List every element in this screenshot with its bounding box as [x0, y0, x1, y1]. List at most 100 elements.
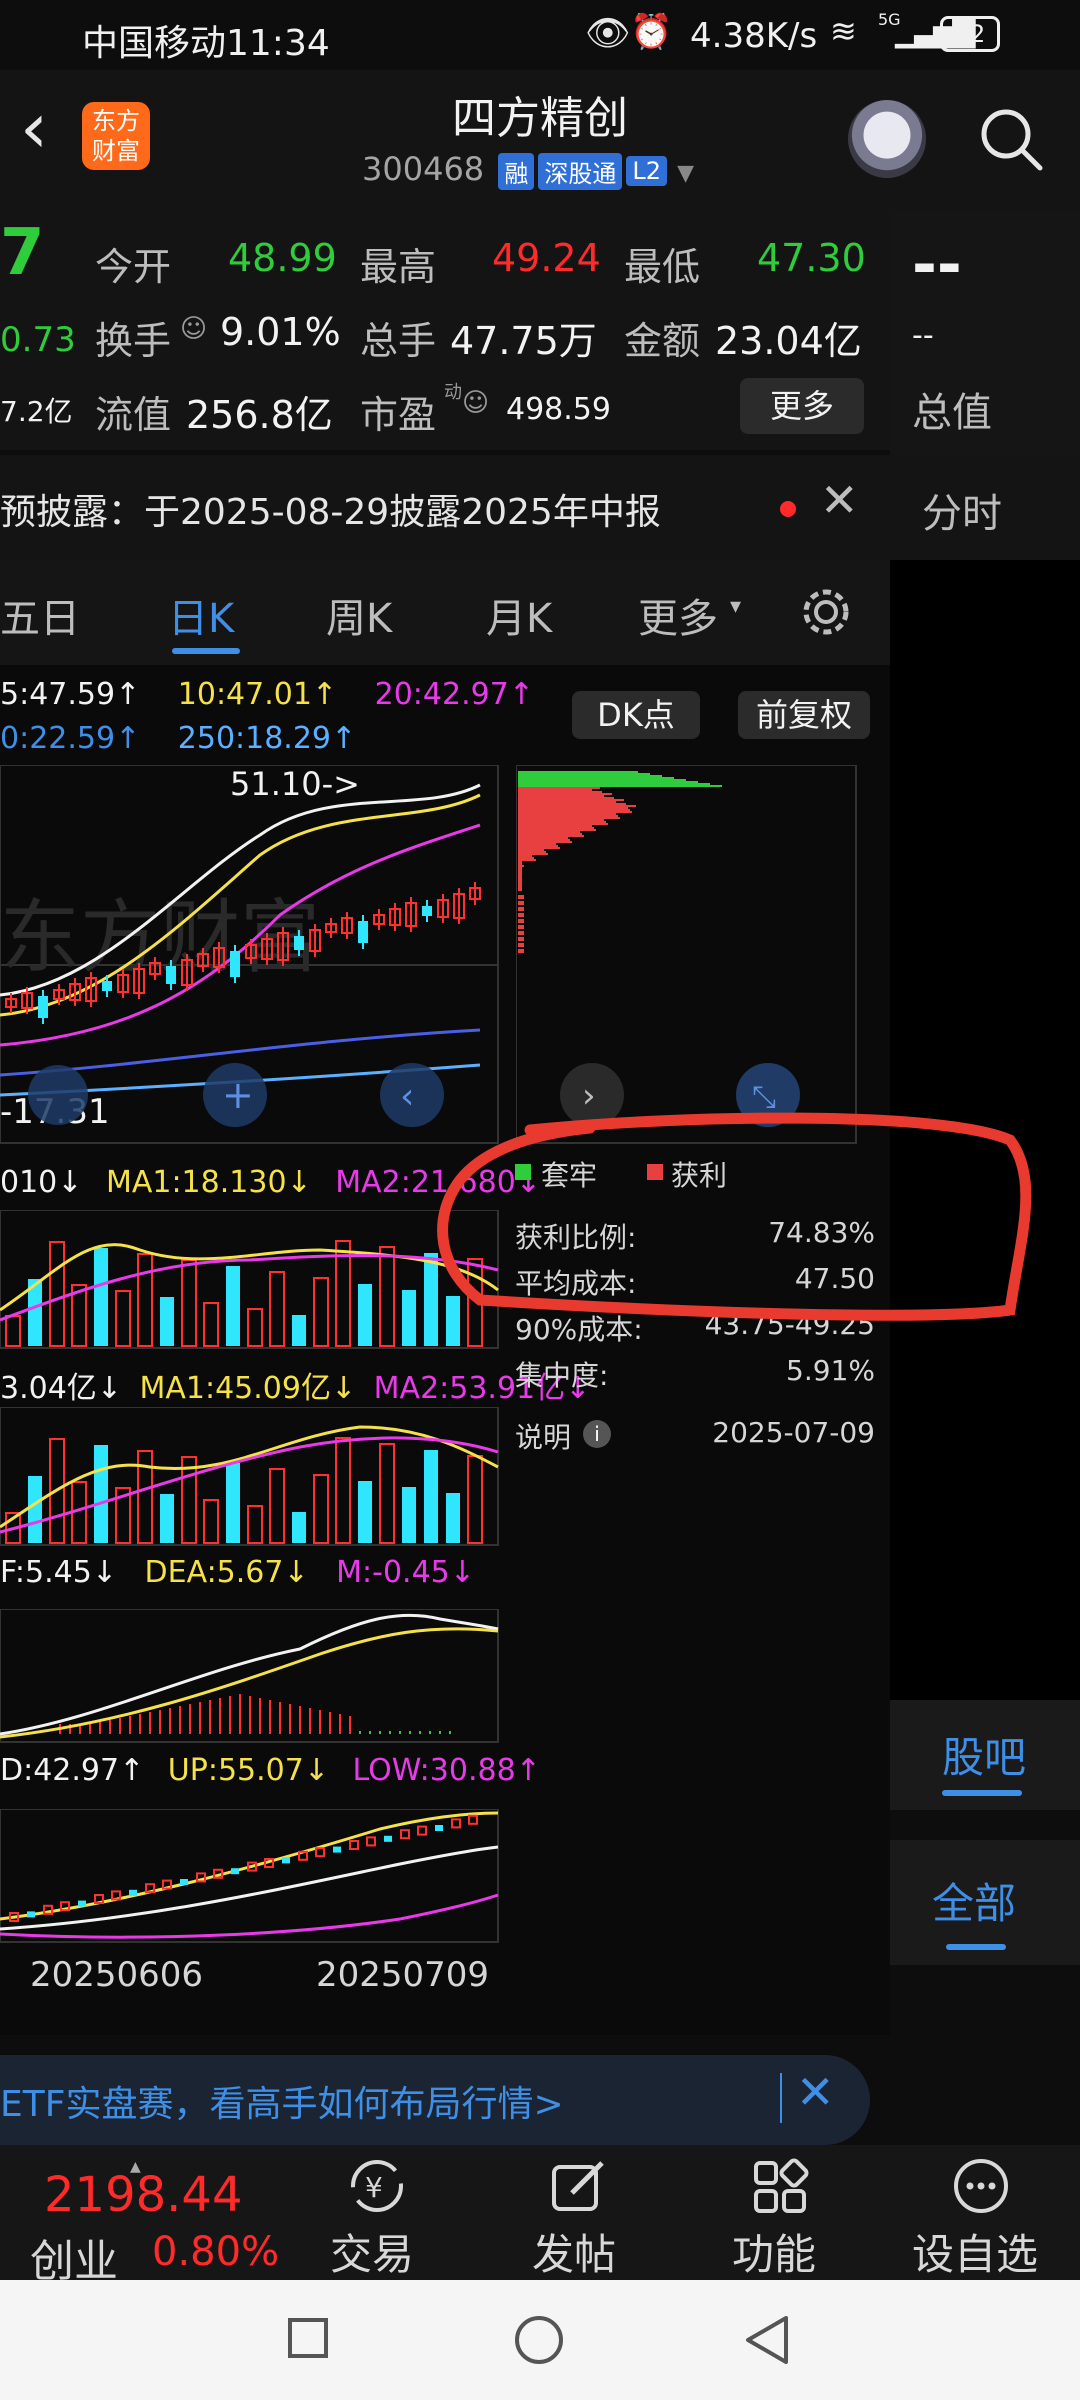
yuan-exchange-icon: ¥: [351, 2160, 403, 2212]
tab-daily-k[interactable]: 日K: [168, 586, 234, 644]
ma20-legend: 20:42.97↑: [374, 677, 534, 712]
chip-bar: [518, 795, 604, 797]
chip-distribution-pane[interactable]: › ⤡: [516, 765, 858, 1145]
adjust-price-button[interactable]: 前复权: [738, 691, 870, 739]
banner-close-icon[interactable]: ✕: [796, 2065, 835, 2119]
open-value: 48.99: [228, 236, 337, 280]
nav-functions[interactable]: 功能: [720, 2145, 836, 2280]
unread-dot: [780, 501, 796, 517]
boll-mid-legend: D:42.97↑: [0, 1753, 145, 1788]
bar: [292, 1315, 306, 1346]
more-button[interactable]: 更多: [740, 378, 864, 434]
bar: [467, 1455, 483, 1544]
chip-bar: [518, 821, 606, 823]
chip-bar: [518, 853, 548, 855]
bar: [181, 1259, 197, 1347]
bar: [137, 1253, 153, 1347]
boll-pane[interactable]: [0, 1809, 500, 1944]
carrier-time: 中国移动11:34: [82, 23, 330, 64]
tab-stock-forum[interactable]: 股吧: [890, 1700, 1080, 1810]
tab-weekly-k[interactable]: 周K: [326, 586, 392, 644]
back-triangle-icon[interactable]: [742, 2314, 792, 2366]
bar: [160, 1494, 174, 1543]
tab-timeshare[interactable]: 分时: [890, 455, 1080, 560]
bar: [424, 1450, 438, 1543]
chip-bar: [518, 855, 532, 857]
pe-dynamic-mark: 动: [444, 382, 462, 403]
tab-more[interactable]: 更多: [638, 586, 718, 644]
system-nav-bar: [0, 2280, 1080, 2400]
bar: [247, 1505, 263, 1544]
settings-gear-icon[interactable]: [798, 584, 854, 640]
nav-trade[interactable]: ¥ 交易: [318, 2145, 434, 2280]
index-ticker[interactable]: 2198.44 ▲ 创业 0.80%: [0, 2145, 300, 2287]
tab-monthly-k[interactable]: 月K: [486, 586, 552, 644]
chip-bar: [518, 793, 612, 795]
stock-code-row[interactable]: 300468 融深股通 L2 ▼: [362, 150, 694, 190]
amount-bars: [5, 1437, 483, 1544]
search-icon[interactable]: [978, 106, 1044, 172]
bar: [247, 1308, 263, 1347]
chip-bar: [518, 867, 522, 869]
eye-icon: 👁: [585, 13, 631, 54]
promo-banner[interactable]: ETF实盘赛，看高手如何布局行情> ✕: [0, 2055, 870, 2145]
nav-add-watchlist[interactable]: 设自选: [900, 2145, 1060, 2280]
bar: [379, 1443, 395, 1544]
turnover-label: 换手: [95, 319, 172, 363]
bar: [203, 1302, 219, 1347]
high-marker-label: 51.10->: [230, 765, 360, 803]
tab-stock-forum-label: 股吧: [942, 1733, 1027, 1782]
amount-value: 23.04亿: [715, 319, 862, 363]
robot-assistant-icon[interactable]: [848, 100, 926, 178]
candle-body: [230, 951, 240, 977]
close-icon[interactable]: ✕: [820, 473, 859, 527]
tab-five-day[interactable]: 五日: [0, 586, 80, 644]
concentration-label: 集中度:: [515, 1359, 609, 1392]
partial-cap: 7.2亿: [0, 395, 73, 428]
amt-legend: 3.04亿↓: [0, 1371, 122, 1406]
ma60-legend: 0:22.59↑: [0, 721, 141, 756]
grid-icon: [754, 2158, 809, 2213]
banner-divider: [780, 2073, 782, 2123]
total-value-label: 总值: [912, 390, 992, 436]
tab-all[interactable]: 全部: [890, 1840, 1080, 1965]
amount-pane[interactable]: [0, 1407, 500, 1547]
boll-candle: [180, 1879, 188, 1885]
recent-apps-icon[interactable]: [288, 2318, 328, 2358]
battery-icon: 32: [940, 16, 1000, 52]
info-circle-icon[interactable]: i: [583, 1420, 611, 1448]
pe-value: 498.59: [506, 392, 611, 427]
more-dots-icon: [954, 2159, 1008, 2213]
dk-point-button[interactable]: DK点: [572, 691, 700, 739]
chip-bar: [518, 819, 604, 821]
macd-pane[interactable]: [0, 1609, 500, 1744]
disclosure-notice[interactable]: 预披露：于2025-08-29披露2025年中报 ✕: [0, 455, 890, 560]
boll-candle: [400, 1829, 410, 1840]
volume-label: 总手: [360, 319, 437, 363]
alarm-icon: ⏰: [630, 12, 673, 52]
info-icon[interactable]: ☺: [180, 314, 207, 344]
chip-bar: [518, 783, 710, 785]
chip-bar: [518, 829, 596, 831]
svg-text:¥: ¥: [365, 2171, 383, 2204]
pe-info-icon[interactable]: ☺: [462, 388, 489, 418]
high-value: 49.24: [492, 236, 601, 280]
period-tabs: 五日 日K 周K 月K 更多 ▾: [0, 560, 890, 665]
chip-bar: [518, 775, 662, 777]
chip-bar: [518, 931, 524, 935]
chip-bar: [518, 913, 524, 917]
nav-post[interactable]: 发帖: [520, 2145, 636, 2280]
home-icon[interactable]: [515, 2316, 563, 2364]
chip-bar: [518, 835, 584, 837]
note-date: 2025-07-09: [712, 1416, 875, 1449]
high-label: 最高: [360, 245, 437, 289]
boll-candle: [451, 1818, 461, 1829]
chip-bar: [518, 785, 722, 787]
chip-bar: [518, 889, 522, 891]
active-tab-indicator: [172, 648, 240, 654]
boll-candle: [417, 1825, 427, 1836]
date-end: 20250709: [316, 1955, 490, 1995]
kline-main-pane[interactable]: 东方财富 51.10-> -17.31 + ‹: [0, 765, 500, 1145]
nav-functions-label: 功能: [732, 2230, 817, 2279]
note-label[interactable]: 说明: [515, 1416, 571, 1456]
